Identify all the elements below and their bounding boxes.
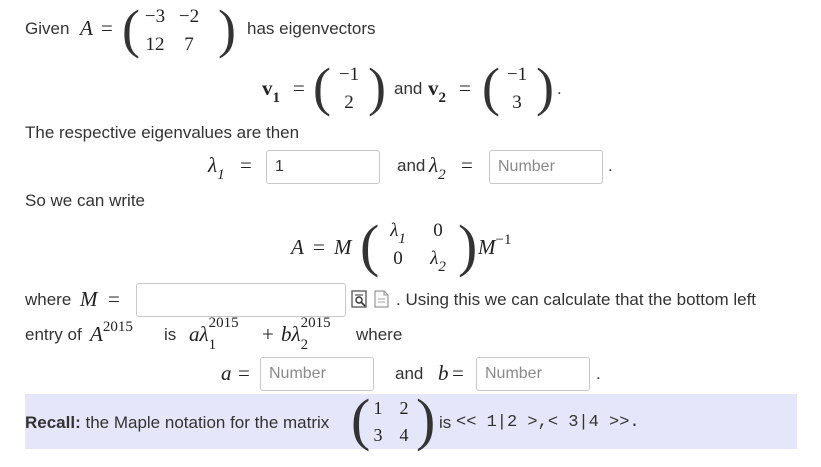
right-paren: ) bbox=[536, 57, 554, 117]
has-eigenvectors-text: has eigenvectors bbox=[247, 19, 376, 38]
right-paren: ) bbox=[368, 57, 386, 117]
lambda2-input[interactable] bbox=[489, 150, 603, 184]
A-power-symbol: A2015 bbox=[90, 319, 133, 346]
plus-sign: + bbox=[262, 322, 274, 346]
period: . bbox=[596, 364, 601, 383]
lambda1-input[interactable] bbox=[266, 150, 380, 184]
recall-matrix: 1 2 3 4 bbox=[365, 398, 417, 446]
equals-sign: = bbox=[238, 361, 250, 385]
recall-text: Recall: the Maple notation for the matri… bbox=[25, 413, 330, 432]
left-paren: ( bbox=[482, 57, 500, 117]
and-text: and bbox=[394, 79, 423, 98]
matrix-A-cell: 12 bbox=[145, 34, 165, 55]
maple-notation: << 1|2 >,< 3|4 >>. bbox=[456, 413, 640, 432]
b-input[interactable] bbox=[476, 357, 590, 391]
given-label: Given bbox=[25, 19, 70, 38]
lambda1-symbol: λ1 bbox=[208, 153, 225, 183]
b-lambda2-power: bλ 2015 2 bbox=[281, 315, 331, 353]
equals-sign: = bbox=[101, 16, 113, 40]
a-symbol: a bbox=[221, 361, 232, 385]
equals-sign: = bbox=[313, 235, 325, 259]
vector-v1-entry: −1 bbox=[338, 64, 360, 85]
vector-v1: −1 2 bbox=[332, 64, 366, 114]
right-paren: ) bbox=[218, 0, 236, 59]
eigenvalues-text: The respective eigenvalues are then bbox=[25, 123, 300, 142]
left-paren: ( bbox=[360, 213, 380, 278]
equals-sign: = bbox=[240, 153, 252, 177]
where-text: where bbox=[25, 290, 72, 309]
preview-matrix-icon[interactable] bbox=[351, 290, 369, 308]
matrix-help-icon[interactable] bbox=[373, 290, 391, 308]
diag-zero: 0 bbox=[433, 220, 443, 241]
and-text: and bbox=[395, 364, 424, 383]
vector-v2: −1 3 bbox=[500, 64, 534, 114]
diag-zero: 0 bbox=[393, 248, 403, 269]
right-paren: ) bbox=[458, 213, 478, 278]
left-paren: ( bbox=[313, 57, 331, 117]
where-text: where bbox=[356, 325, 403, 344]
matrix-A-cell: −3 bbox=[144, 6, 166, 27]
matrix-A-cell: −2 bbox=[178, 6, 200, 27]
vector-v2-entry: 3 bbox=[512, 92, 522, 113]
vector-v2-entry: −1 bbox=[506, 64, 528, 85]
is-text: is bbox=[164, 325, 177, 344]
equals-sign: = bbox=[459, 76, 471, 100]
entry-of-text: entry of bbox=[25, 325, 82, 344]
matrix-A-cell: 7 bbox=[184, 34, 194, 55]
recall-matrix-cell: 2 bbox=[399, 398, 409, 418]
matrix-A-symbol: A bbox=[80, 16, 93, 40]
period: . bbox=[557, 79, 562, 98]
recall-matrix-cell: 4 bbox=[399, 425, 409, 445]
M-symbol: M bbox=[80, 287, 98, 311]
diag-lambda1: λ1 bbox=[390, 220, 406, 247]
vector-v1-entry: 2 bbox=[344, 92, 354, 113]
recall-is-text: is bbox=[439, 413, 452, 432]
v2-symbol: v2 bbox=[428, 76, 446, 106]
diag-lambda2: λ2 bbox=[430, 248, 446, 275]
equals-sign: = bbox=[108, 287, 120, 311]
M-symbol: M bbox=[334, 235, 352, 259]
matrix-A: −3 −2 12 7 bbox=[138, 6, 206, 56]
right-paren: ) bbox=[416, 387, 436, 452]
so-we-can-write-text: So we can write bbox=[25, 191, 145, 210]
recall-matrix-cell: 3 bbox=[373, 425, 383, 445]
equals-sign: = bbox=[293, 76, 305, 100]
period: . bbox=[608, 156, 613, 175]
a-lambda1-power: aλ 2015 1 bbox=[189, 315, 239, 353]
recall-label: Recall: bbox=[25, 413, 81, 432]
M-inverse-symbol: M−1 bbox=[478, 232, 512, 259]
diagonal-matrix: λ1 0 0 λ2 bbox=[378, 220, 458, 275]
A-symbol: A bbox=[291, 235, 304, 259]
v1-symbol: v1 bbox=[262, 76, 280, 106]
b-symbol: b bbox=[438, 361, 449, 385]
and-text: and bbox=[397, 156, 426, 175]
equals-sign: = bbox=[461, 153, 473, 177]
equals-sign: = bbox=[452, 361, 464, 385]
using-this-text: . Using this we can calculate that the b… bbox=[396, 290, 757, 309]
matrix-M-input[interactable] bbox=[136, 283, 346, 317]
recall-matrix-cell: 1 bbox=[373, 398, 383, 418]
lambda2-symbol: λ2 bbox=[429, 153, 446, 183]
